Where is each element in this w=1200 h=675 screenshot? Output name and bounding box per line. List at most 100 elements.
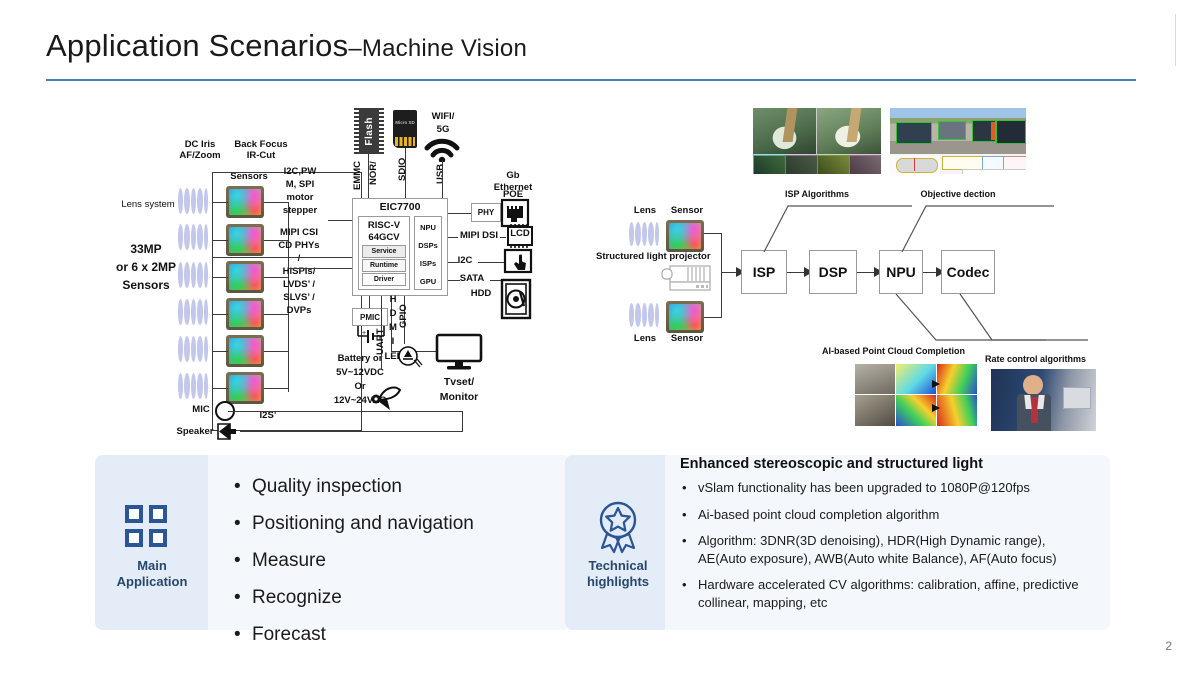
page-title-sub: –Machine Vision — [348, 35, 527, 62]
bus-line-mipi — [212, 257, 362, 259]
sensor-bus-tap-5 — [264, 351, 289, 353]
image-sensor-3 — [226, 261, 264, 293]
image-sensor-1 — [226, 186, 264, 218]
sd-card-icon: Micro SD — [393, 110, 417, 148]
sensor-wire-4 — [212, 314, 228, 316]
label-emmc: EMMC — [352, 160, 363, 190]
sensor-wire-6 — [212, 388, 228, 390]
list-item: Forecast — [228, 616, 558, 653]
label-i2s: I2S’ — [259, 410, 277, 421]
label-sensor-top: Sensor — [670, 205, 704, 216]
wire-usb-soc — [442, 160, 444, 198]
label-lens-top: Lens — [633, 205, 657, 216]
isp-algorithms-thumbnail — [753, 108, 881, 174]
wire-sensor-bottom-merge — [704, 317, 722, 319]
soc-label: EIC7700 — [379, 201, 421, 213]
led-icon — [398, 346, 423, 368]
accel-npu: NPU — [417, 219, 439, 235]
sensor-wire-3 — [212, 277, 228, 279]
cpu-label: RISC-V 64GCV — [367, 220, 401, 243]
list-item: Hardware accelerated CV algorithms: cali… — [680, 576, 1090, 611]
caption-rate-control: Rate control algorithms — [985, 354, 1087, 364]
label-wifi-5g: WIFI/ 5G — [431, 111, 455, 135]
leader-lines-top — [763, 205, 1054, 253]
pipeline-box-npu: NPU — [879, 250, 923, 294]
label-lens-system: Lens system — [121, 199, 175, 210]
label-i2c: I2C — [457, 255, 473, 266]
pmic-block: PMIC — [352, 308, 388, 326]
wire-speaker-i2s — [240, 431, 463, 433]
lens-icon-right-top — [629, 222, 661, 246]
wire-i2c-touch — [478, 262, 504, 264]
label-speaker: Speaker — [176, 426, 214, 437]
list-item: Measure — [228, 542, 558, 579]
list-item: Recognize — [228, 579, 558, 616]
label-gpio: GPIO — [398, 304, 409, 328]
leader-lines-bottom — [895, 293, 1088, 341]
label-mipi-dsi: MIPI DSI — [459, 230, 498, 241]
lens-icon-4 — [178, 299, 212, 325]
wire-flash-soc — [368, 154, 370, 198]
rate-control-thumbnail — [991, 369, 1096, 431]
image-sensor-5 — [226, 335, 264, 367]
power-plug-icon — [371, 386, 402, 410]
label-back-focus: Back Focus IR-Cut — [234, 139, 288, 161]
title-underline — [46, 79, 1136, 81]
label-tvset-monitor: Tvset/ Monitor — [439, 376, 479, 403]
lens-icon-right-bottom — [629, 303, 661, 327]
bus-line-hispi — [288, 268, 362, 270]
flash-chip-icon: Flash — [354, 108, 384, 154]
wire-i2s-riser — [462, 411, 464, 432]
lens-icon-2 — [178, 224, 212, 250]
sensor-bus-tap-6 — [264, 388, 289, 390]
image-sensor-right-bottom — [666, 301, 704, 333]
image-sensor-2 — [226, 224, 264, 256]
caption-objective-detection: Objective dection — [920, 189, 996, 199]
sensor-wire-1 — [212, 202, 228, 204]
label-sensors: Sensors — [230, 171, 268, 182]
hdd-icon — [500, 278, 532, 320]
accel-gpu: GPU — [417, 273, 439, 289]
accel-dsps: DSPs — [417, 237, 439, 253]
label-dc-iris: DC Iris AF/Zoom — [179, 139, 221, 161]
accel-isps: ISPs — [417, 255, 439, 271]
svg-text:+: + — [362, 330, 366, 337]
label-sdio: SDIO — [397, 157, 408, 181]
cpu-row-driver: Driver — [362, 273, 406, 286]
panel-main-caption: Main Application — [116, 558, 188, 590]
sensor-wire-5 — [212, 351, 228, 353]
wire-sdio-soc — [405, 148, 407, 198]
wire-soc-phy — [448, 213, 472, 215]
wire-soc-pmic — [369, 296, 371, 308]
label-mipi-csi: MIPI CSI CD PHYs / — [278, 227, 320, 264]
award-star-icon — [599, 501, 637, 554]
page-number: 2 — [1165, 639, 1172, 653]
image-sensor-right-top — [666, 220, 704, 252]
technical-highlights-list: vSlam functionality has been upgraded to… — [680, 479, 1090, 620]
projector-icon — [661, 265, 711, 291]
pipeline-box-codec: Codec — [941, 250, 995, 294]
pipeline-box-dsp: DSP — [809, 250, 857, 294]
wire-merge-bus — [721, 233, 723, 318]
list-item: vSlam functionality has been upgraded to… — [680, 479, 1090, 497]
page-title-main: Application Scenarios — [46, 28, 349, 63]
cpu-row-runtime: Runtime — [362, 259, 406, 272]
touchscreen-icon — [503, 248, 533, 274]
label-hdd: HDD — [470, 288, 492, 299]
wire-sensor-top-merge — [704, 233, 722, 235]
main-application-list: Quality inspection Positioning and navig… — [228, 468, 558, 653]
speaker-icon — [217, 423, 236, 440]
technical-highlights-heading: Enhanced stereoscopic and structured lig… — [680, 456, 983, 472]
list-item: Algorithm: 3DNR(3D denoising), HDR(High … — [680, 532, 1090, 567]
list-item: Positioning and navigation — [228, 505, 558, 542]
decorative-edge-line — [1175, 14, 1176, 66]
caption-isp-algorithms: ISP Algorithms — [784, 189, 849, 199]
page-title: Application Scenarios–Machine Vision — [46, 28, 527, 64]
sensor-wire-2 — [212, 240, 228, 242]
pipeline-box-isp: ISP — [741, 250, 787, 294]
list-item: Ai-based point cloud completion algorith… — [680, 506, 1090, 524]
caption-point-cloud: AI-based Point Cloud Completion — [822, 346, 965, 356]
label-mic: MIC — [192, 404, 210, 415]
grid-squares-icon — [125, 505, 169, 549]
label-sensor-bottom: Sensor — [670, 333, 704, 344]
